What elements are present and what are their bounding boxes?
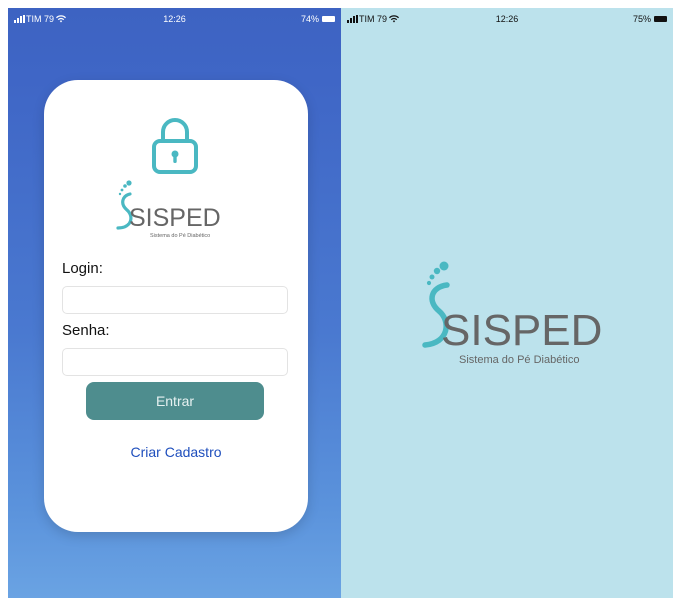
login-screen: TIM 79 12:26 74% SISPED Sistema do Pé Di… bbox=[8, 8, 341, 598]
status-bar-right: TIM 79 12:26 75% bbox=[341, 8, 673, 30]
wifi-icon bbox=[389, 15, 400, 23]
register-link[interactable]: Criar Cadastro bbox=[44, 444, 308, 460]
sisped-logo-large: SISPED Sistema do Pé Diabético bbox=[422, 261, 602, 366]
battery-right: 75% bbox=[633, 14, 667, 24]
logo-tagline: Sistema do Pé Diabético bbox=[150, 233, 210, 239]
battery-icon bbox=[654, 16, 667, 22]
status-time: 12:26 bbox=[163, 14, 186, 24]
lock-icon bbox=[152, 118, 198, 174]
carrier-name-right: TIM 79 bbox=[359, 14, 388, 24]
logo-brand-large: SISPED bbox=[441, 306, 602, 355]
battery-percent-right: 75% bbox=[632, 14, 651, 24]
wifi-icon bbox=[56, 15, 67, 23]
status-bar: TIM 79 12:26 74% bbox=[8, 8, 341, 30]
carrier: TIM 79 bbox=[14, 14, 67, 24]
login-input[interactable] bbox=[62, 286, 288, 314]
carrier-right: TIM 79 bbox=[347, 14, 400, 24]
battery-icon bbox=[322, 16, 335, 22]
logo-brand: SISPED bbox=[129, 204, 221, 232]
password-label: Senha: bbox=[62, 322, 110, 339]
battery-percent: 74% bbox=[300, 14, 319, 24]
carrier-name: TIM 79 bbox=[26, 14, 55, 24]
signal-icon bbox=[14, 15, 25, 23]
signal-icon bbox=[347, 15, 358, 23]
logo-tagline-large: Sistema do Pé Diabético bbox=[459, 354, 579, 366]
battery: 74% bbox=[301, 14, 335, 24]
login-button[interactable]: Entrar bbox=[86, 382, 264, 420]
splash-screen: TIM 79 12:26 75% SISPED Sistema do Pé Di… bbox=[341, 8, 673, 598]
password-input[interactable] bbox=[62, 348, 288, 376]
status-time-right: 12:26 bbox=[495, 14, 519, 24]
login-card: SISPED Sistema do Pé Diabético Login: Se… bbox=[44, 80, 308, 532]
login-label: Login: bbox=[62, 260, 103, 277]
sisped-logo: SISPED Sistema do Pé Diabético bbox=[116, 180, 221, 239]
